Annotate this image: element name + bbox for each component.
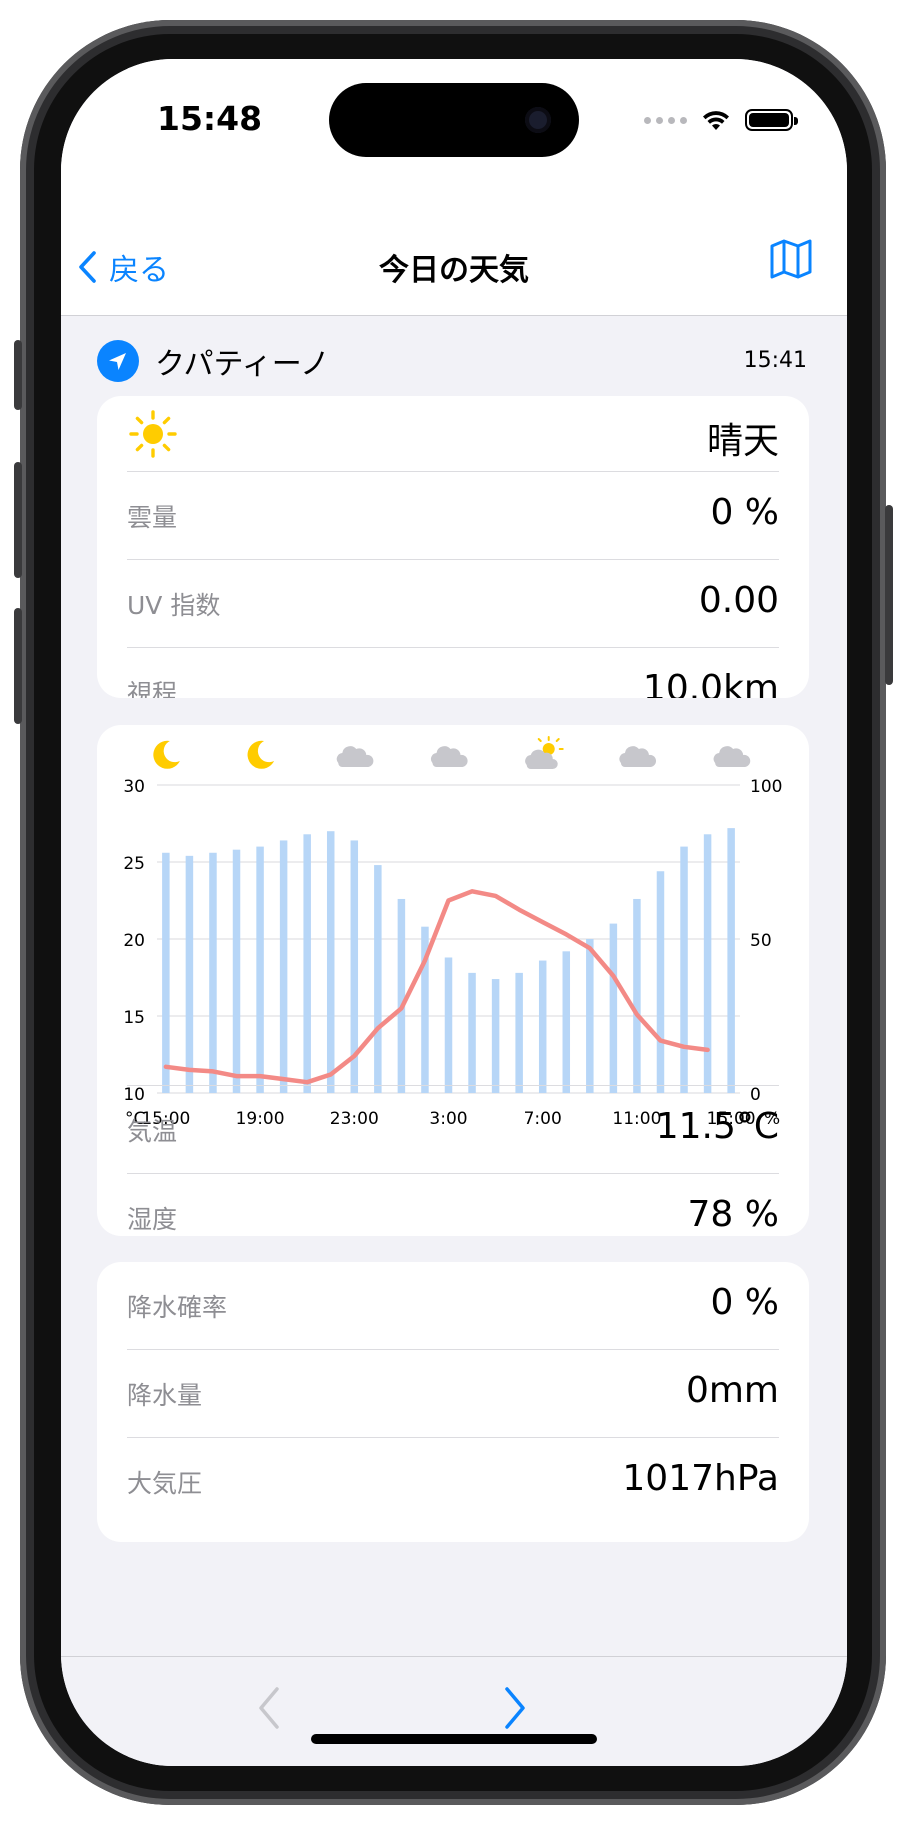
next-button[interactable] xyxy=(501,1683,531,1737)
navigation-bar: 戻る 今日の天気 xyxy=(61,179,847,316)
humidity-bar xyxy=(609,923,618,1093)
humidity-value: 78 % xyxy=(687,1194,779,1235)
location-name: クパティーノ xyxy=(155,347,330,382)
humidity-bar xyxy=(256,846,264,1093)
humidity-bar xyxy=(209,852,217,1093)
volume-down-button xyxy=(14,608,22,724)
humidity-row: 湿度 78 % xyxy=(127,1174,779,1236)
precip-amount-label: 降水量 xyxy=(127,1381,203,1410)
pressure-label: 大気圧 xyxy=(127,1469,203,1498)
y-left-tick-label: 20 xyxy=(123,931,145,951)
humidity-bar xyxy=(586,939,594,1093)
cloud-cover-row: 雲量 0 % xyxy=(127,472,779,560)
uv-index-value: 0.00 xyxy=(698,580,779,621)
y-left-tick-label: 30 xyxy=(123,777,145,797)
humidity-bar xyxy=(185,855,194,1093)
humidity-bar xyxy=(727,828,735,1093)
home-indicator xyxy=(311,1734,597,1744)
humidity-bar xyxy=(162,852,170,1093)
humidity-bar xyxy=(279,840,288,1093)
precip-probability-value: 0 % xyxy=(710,1282,779,1323)
camera-icon xyxy=(525,107,551,133)
screen: 15:48 戻る 今日の天気 クパティーノ 15:41 晴天 雲量 0 % UV… xyxy=(61,59,847,1766)
pressure-row: 大気圧 1017hPa xyxy=(127,1438,779,1525)
humidity-bar xyxy=(703,834,712,1093)
temperature-value: 11.5°C xyxy=(655,1106,779,1147)
humidity-bar xyxy=(562,951,571,1093)
visibility-row: 視程 10.0km xyxy=(127,648,779,698)
cloud-icon xyxy=(430,746,468,767)
location-row: クパティーノ 15:41 xyxy=(97,336,807,386)
condition-value: 晴天 xyxy=(706,421,779,462)
signal-icon xyxy=(644,116,687,124)
partly-sunny-icon xyxy=(525,736,564,769)
cloud-cover-value: 0 % xyxy=(710,492,779,533)
status-bar: 15:48 xyxy=(61,59,847,179)
volume-up-button xyxy=(14,462,22,578)
humidity-bar xyxy=(374,865,382,1093)
moon-icon xyxy=(247,740,275,769)
temperature-row: 気温 11.5°C xyxy=(127,1085,779,1174)
page-title: 今日の天気 xyxy=(379,253,529,288)
wifi-icon xyxy=(703,111,729,130)
condition-row: 晴天 xyxy=(127,396,779,472)
temperature-line xyxy=(163,889,710,1085)
chevron-right-icon xyxy=(505,1687,525,1729)
humidity-bar xyxy=(468,972,476,1093)
cloud-icon xyxy=(619,746,657,767)
chart-svg: 302520151010050015:00 19:00 23:00 3:00 7:00 1… xyxy=(123,736,782,1129)
visibility-label: 視程 xyxy=(127,679,178,698)
previous-button[interactable] xyxy=(253,1683,283,1737)
status-time: 15:48 xyxy=(157,99,263,138)
weather-content[interactable]: クパティーノ 15:41 晴天 雲量 0 % UV 指数 0.00 視程 10.… xyxy=(61,316,847,1656)
precip-probability-label: 降水確率 xyxy=(127,1293,228,1322)
y-left-tick-label: 25 xyxy=(123,854,145,874)
humidity-bar xyxy=(444,957,453,1093)
cloud-icon xyxy=(336,746,374,767)
humidity-bar xyxy=(303,834,311,1093)
bottom-toolbar xyxy=(61,1656,847,1766)
humidity-bar xyxy=(656,871,665,1093)
pressure-value: 1017hPa xyxy=(622,1458,779,1499)
temperature-label: 気温 xyxy=(127,1117,178,1146)
precipitation-card: 降水確率 0 % 降水量 0mm 大気圧 1017hPa xyxy=(97,1262,809,1542)
y-left-tick-label: 15 xyxy=(123,1008,145,1028)
sun-icon xyxy=(129,410,177,458)
humidity-bar xyxy=(515,972,523,1093)
action-button xyxy=(14,340,22,410)
status-icons xyxy=(644,107,798,133)
chevron-left-icon xyxy=(259,1687,279,1729)
humidity-bar xyxy=(397,898,406,1093)
battery-icon xyxy=(745,109,798,131)
cloud-icon xyxy=(713,746,751,767)
visibility-value: 10.0km xyxy=(642,668,779,698)
humidity-bar xyxy=(232,849,241,1093)
humidity-bar xyxy=(633,898,641,1093)
map-icon xyxy=(770,239,812,279)
precip-amount-row: 降水量 0mm xyxy=(127,1350,779,1438)
y-right-tick-label: 50 xyxy=(750,931,772,951)
location-arrow-icon xyxy=(97,340,139,382)
precip-amount-value: 0mm xyxy=(685,1370,779,1411)
uv-index-row: UV 指数 0.00 xyxy=(127,560,779,648)
updated-time: 15:41 xyxy=(743,348,807,373)
y-right-tick-label: 100 xyxy=(750,777,782,797)
humidity-bar xyxy=(680,846,688,1093)
humidity-label: 湿度 xyxy=(127,1205,178,1234)
summary-card: 晴天 雲量 0 % UV 指数 0.00 視程 10.0km xyxy=(97,396,809,698)
cloud-cover-label: 雲量 xyxy=(127,503,178,532)
uv-index-label: UV 指数 xyxy=(127,591,221,620)
side-button xyxy=(885,505,893,685)
dynamic-island xyxy=(329,83,579,157)
precip-probability-row: 降水確率 0 % xyxy=(127,1262,779,1350)
map-button[interactable] xyxy=(769,239,813,283)
humidity-bar xyxy=(538,960,547,1093)
moon-icon xyxy=(153,740,180,769)
humidity-bar xyxy=(491,979,500,1093)
humidity-bar xyxy=(326,831,335,1093)
forecast-chart[interactable]: 30 25 20 15 10 100 50 0 15:00 19:00 23:00 3:00 7:00 1… xyxy=(97,725,809,1145)
forecast-chart-card: 30 25 20 15 10 100 50 0 15:00 19:00 23:00 3:00 7:00 1… xyxy=(97,725,809,1236)
